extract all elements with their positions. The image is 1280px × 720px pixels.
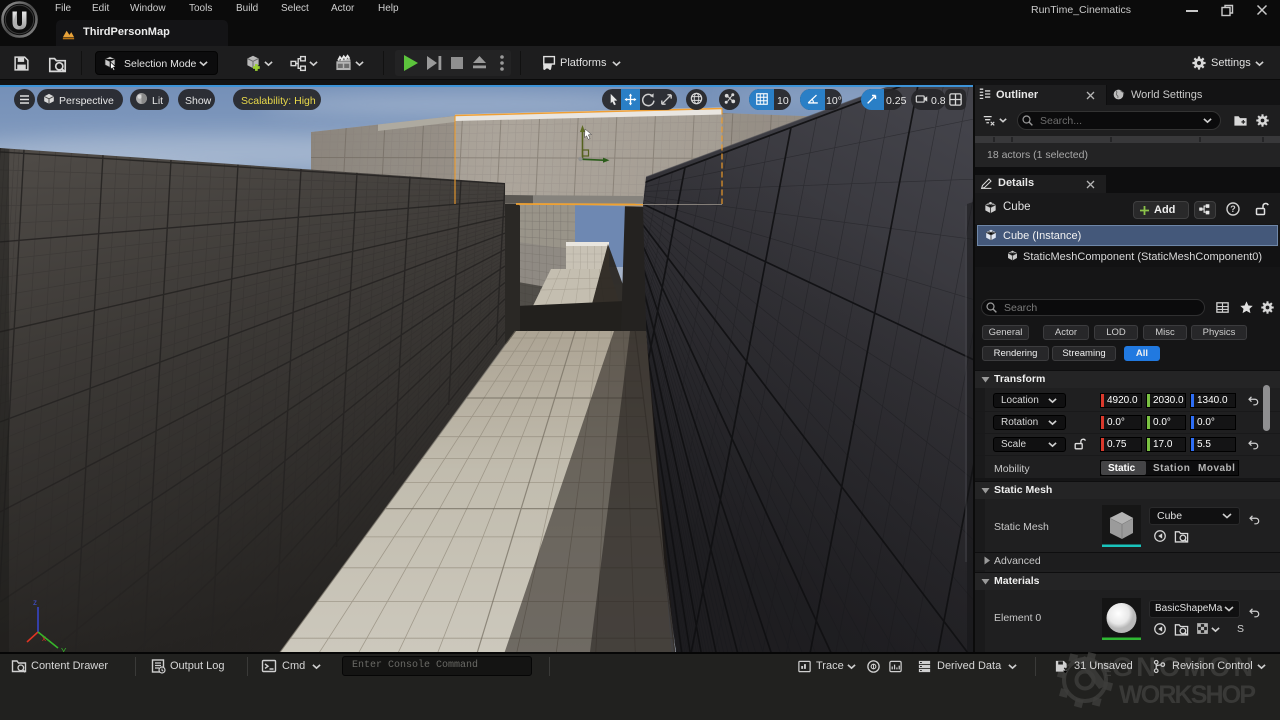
svg-text:?: ?: [1230, 204, 1236, 214]
svg-text:WORKSHOP: WORKSHOP: [1119, 681, 1256, 709]
svg-text:z: z: [33, 598, 37, 607]
